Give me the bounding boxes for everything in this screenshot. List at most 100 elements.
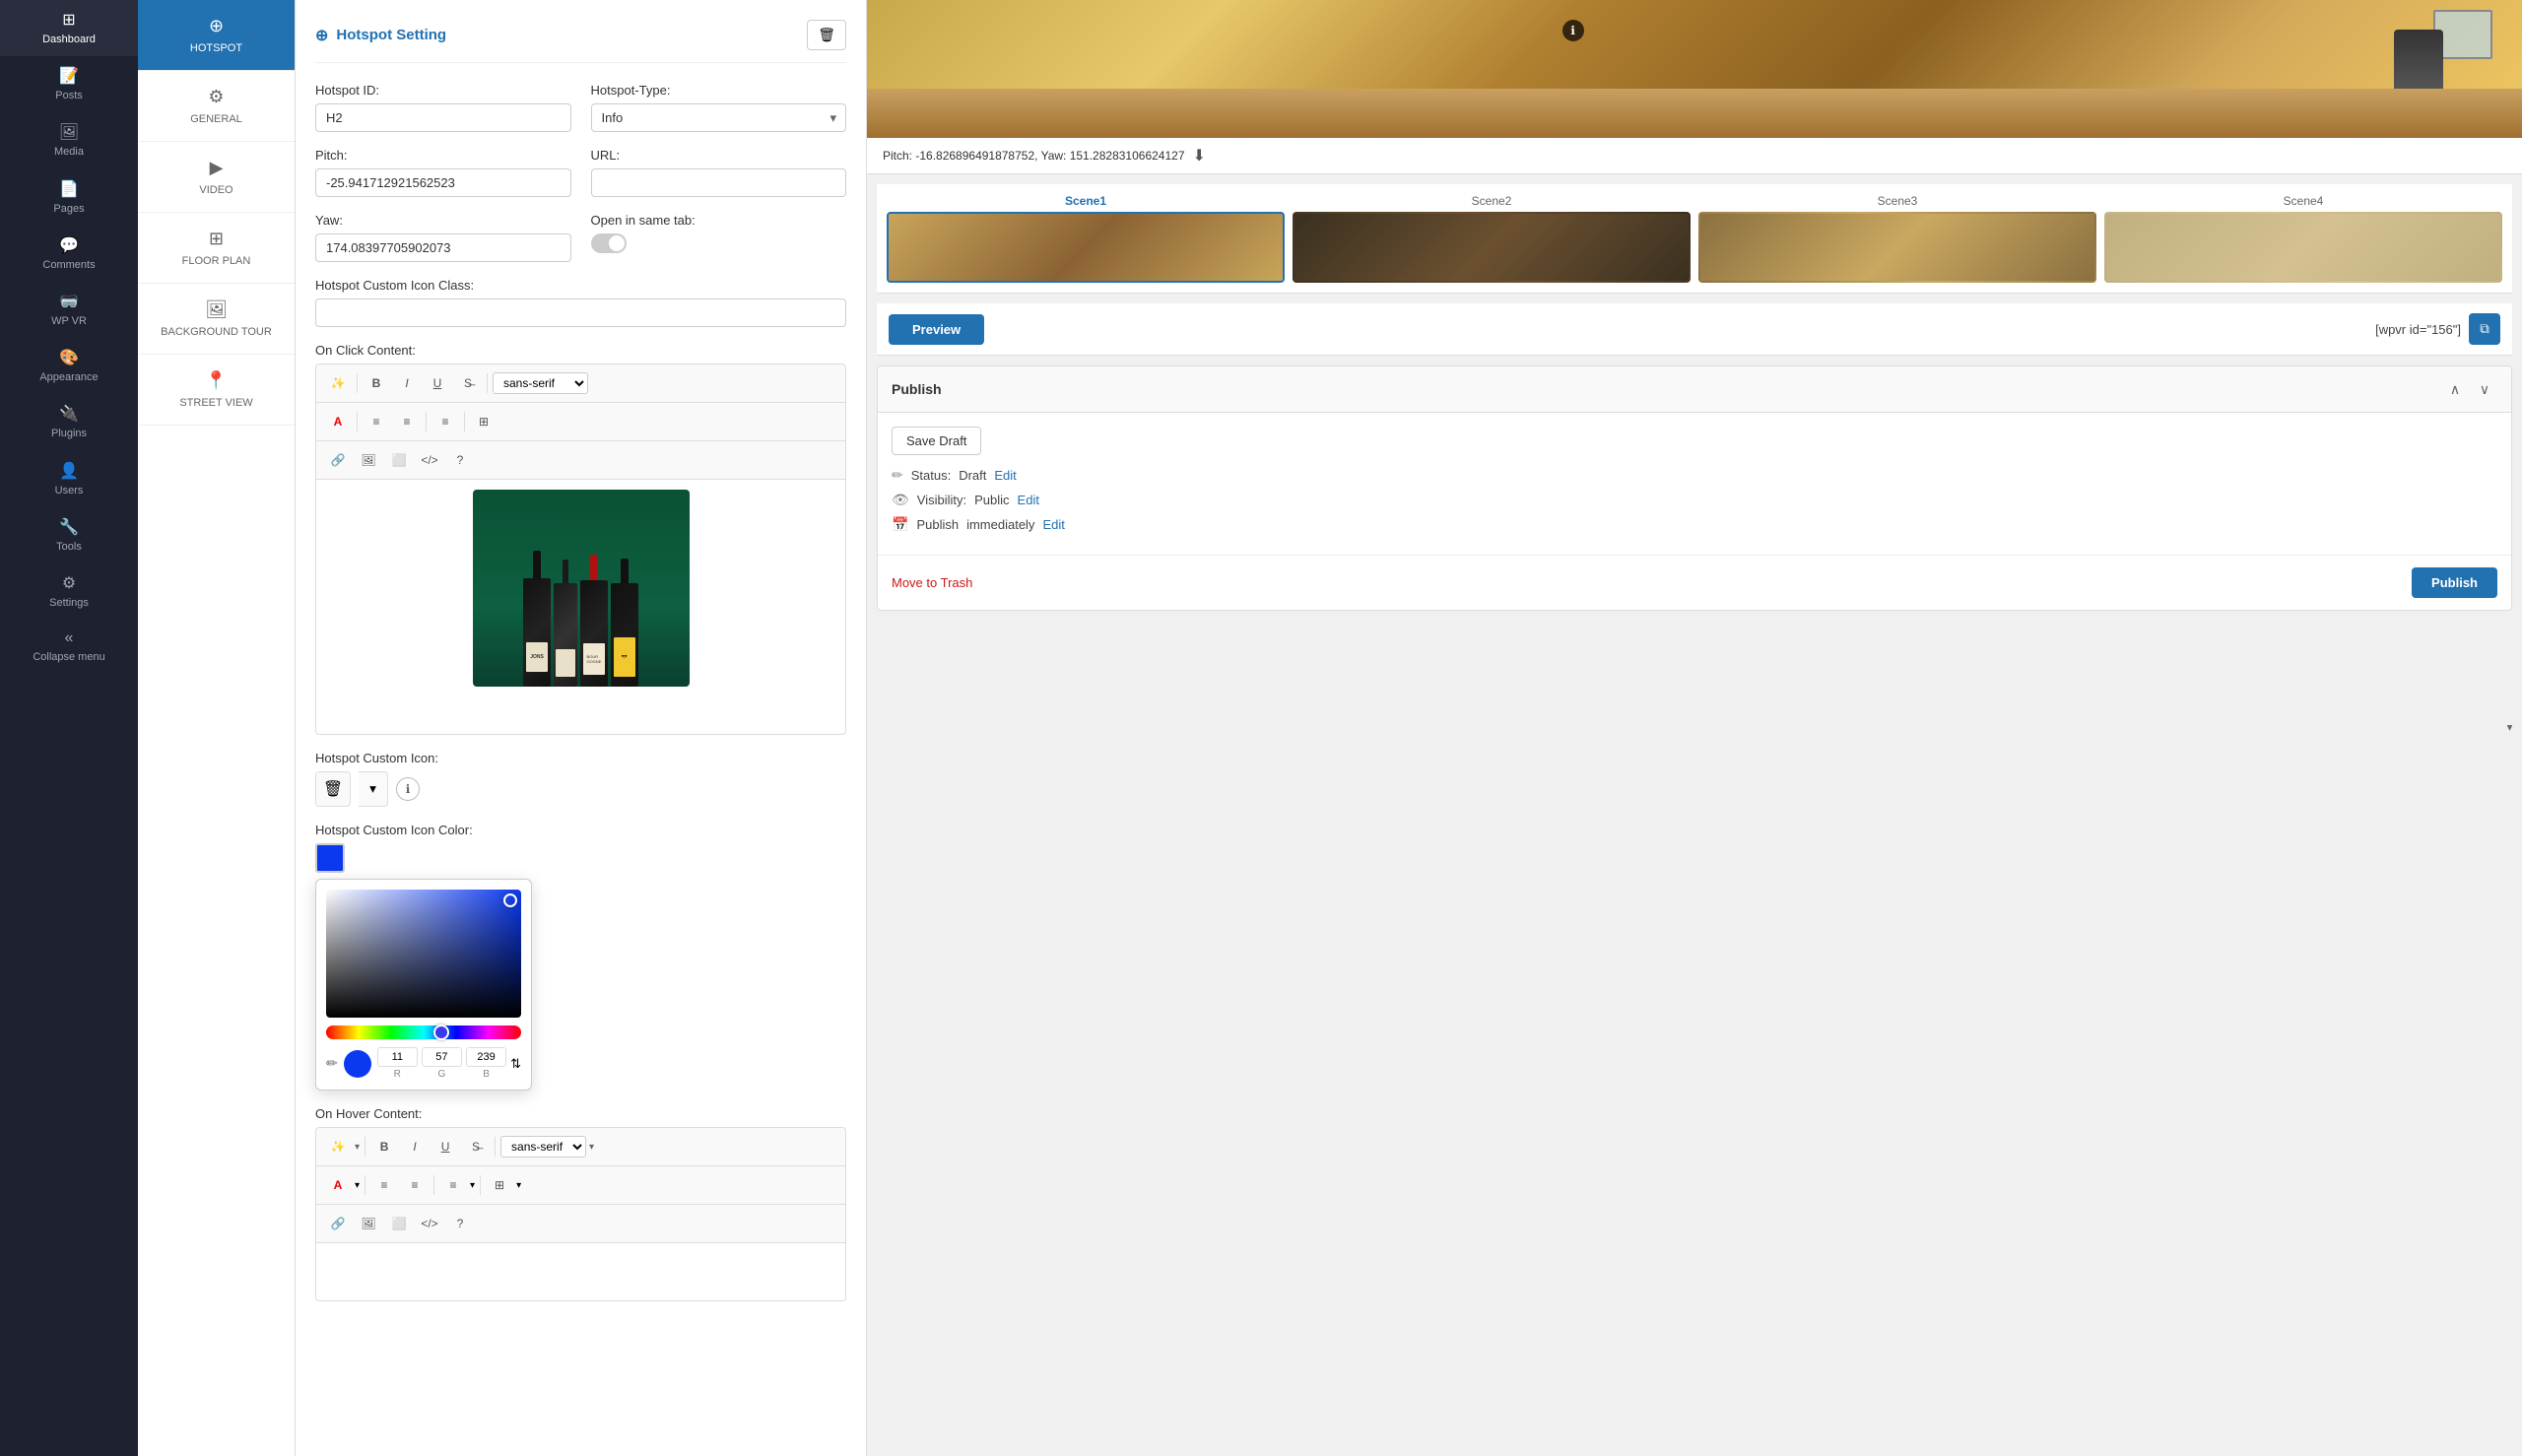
- sidebar-item-users[interactable]: 👤 Users: [0, 451, 138, 507]
- hotspot-id-input[interactable]: [315, 103, 571, 132]
- hover-toolbar-media-btn[interactable]: ⬜: [385, 1211, 413, 1236]
- toolbar-link-btn[interactable]: 🔗: [324, 447, 352, 473]
- hover-toolbar-divider-2: [495, 1137, 496, 1157]
- on-click-editor-body: JONS: [316, 480, 845, 696]
- rgb-r-input[interactable]: [377, 1047, 418, 1067]
- toolbar-italic-btn[interactable]: I: [393, 370, 421, 396]
- custom-icon-info-btn[interactable]: ℹ: [396, 777, 420, 801]
- scene-item-1[interactable]: Scene1: [887, 194, 1285, 283]
- tab-street-view[interactable]: 📍 STREET VIEW: [138, 355, 295, 426]
- color-edit-icon[interactable]: ✏: [326, 1055, 338, 1072]
- hotspot-type-select[interactable]: Info URL Image Video: [591, 103, 847, 132]
- sidebar-item-posts[interactable]: 📝 Posts: [0, 56, 138, 112]
- scene2-thumb[interactable]: [1293, 212, 1691, 283]
- toolbar-bullet-list-btn[interactable]: ≡: [363, 409, 390, 434]
- publish-button[interactable]: Publish: [2412, 567, 2497, 598]
- hover-toolbar-image-btn[interactable]: 🖼: [355, 1211, 382, 1236]
- hover-toolbar-align-btn[interactable]: ≡: [439, 1172, 467, 1198]
- hover-toolbar-table-btn[interactable]: ⊞: [486, 1172, 513, 1198]
- tab-general[interactable]: ⚙ GENERAL: [138, 71, 295, 142]
- color-gradient-area[interactable]: [326, 890, 521, 1018]
- on-hover-editor-content[interactable]: [315, 1242, 846, 1301]
- sidebar-item-collapse[interactable]: « Collapse menu: [0, 620, 138, 674]
- hover-toolbar-magic-btn[interactable]: ✨: [324, 1134, 352, 1159]
- toolbar-align-btn[interactable]: ≡: [431, 409, 459, 434]
- preview-button[interactable]: Preview: [889, 314, 984, 345]
- hover-toolbar-ordered-btn[interactable]: ≡: [401, 1172, 429, 1198]
- hover-toolbar-strike-btn[interactable]: S̶: [462, 1134, 490, 1159]
- scene-item-2[interactable]: Scene2: [1293, 194, 1691, 283]
- sidebar-item-wvpr[interactable]: 🥽 WP VR: [0, 282, 138, 338]
- sidebar-item-appearance[interactable]: 🎨 Appearance: [0, 338, 138, 394]
- toolbar-image-btn[interactable]: 🖼: [355, 447, 382, 473]
- scene4-thumb[interactable]: [2104, 212, 2502, 283]
- pitch-yaw-download-btn[interactable]: ⬇: [1193, 146, 1206, 165]
- publish-collapse-up-btn[interactable]: ∧: [2442, 376, 2468, 402]
- scene-item-3[interactable]: Scene3: [1698, 194, 2096, 283]
- sidebar-item-comments[interactable]: 💬 Comments: [0, 226, 138, 282]
- toolbar-font-select[interactable]: sans-serif serif monospace: [493, 372, 588, 394]
- hover-toolbar-bold-btn[interactable]: B: [370, 1134, 398, 1159]
- hover-toolbar-italic-btn[interactable]: I: [401, 1134, 429, 1159]
- yaw-label: Yaw:: [315, 213, 571, 228]
- color-hue-bar[interactable]: [326, 1026, 521, 1039]
- publish-status-edit-link[interactable]: Edit: [994, 468, 1016, 483]
- gradient-circle-handle[interactable]: [503, 893, 517, 907]
- tab-floor-plan[interactable]: ⊞ FLOOR PLAN: [138, 213, 295, 284]
- toolbar-strikethrough-btn[interactable]: S̶: [454, 370, 482, 396]
- url-input[interactable]: [591, 168, 847, 197]
- hover-toolbar-help-btn[interactable]: ?: [446, 1211, 474, 1236]
- scene1-thumb[interactable]: [887, 212, 1285, 283]
- toolbar-ordered-list-btn[interactable]: ≡: [393, 409, 421, 434]
- toolbar-code-btn[interactable]: </>: [416, 447, 443, 473]
- publish-visibility-edit-link[interactable]: Edit: [1018, 493, 1039, 507]
- scene-item-4[interactable]: Scene4: [2104, 194, 2502, 283]
- hover-toolbar-code-btn[interactable]: </>: [416, 1211, 443, 1236]
- toolbar-bold-btn[interactable]: B: [363, 370, 390, 396]
- rgb-b-input[interactable]: [466, 1047, 506, 1067]
- open-same-tab-toggle[interactable]: [591, 233, 627, 253]
- publish-when-edit-link[interactable]: Edit: [1042, 517, 1064, 532]
- sidebar-item-settings[interactable]: ⚙ Settings: [0, 563, 138, 620]
- rgb-format-toggle[interactable]: ⇅: [510, 1047, 521, 1080]
- sidebar-item-label: Dashboard: [42, 33, 96, 46]
- on-click-editor-content[interactable]: JONS: [315, 479, 846, 735]
- hotspot-id-group: Hotspot ID:: [315, 83, 571, 132]
- custom-icon-dropdown-btn[interactable]: ▾: [359, 771, 388, 807]
- toolbar-table-btn[interactable]: ⊞: [470, 409, 498, 434]
- hue-handle[interactable]: [433, 1025, 449, 1040]
- sidebar-item-tools[interactable]: 🔧 Tools: [0, 507, 138, 563]
- toolbar-help-btn[interactable]: ?: [446, 447, 474, 473]
- delete-hotspot-button[interactable]: 🗑: [807, 20, 846, 50]
- toolbar-text-color-btn[interactable]: A: [324, 409, 352, 434]
- sidebar: ⊞ Dashboard 📝 Posts 🖼 Media 📄 Pages 💬 Co…: [0, 0, 138, 1456]
- toolbar-underline-btn[interactable]: U: [424, 370, 451, 396]
- toolbar-magic-btn[interactable]: ✨: [324, 370, 352, 396]
- sidebar-item-pages[interactable]: 📄 Pages: [0, 169, 138, 226]
- rgb-g-input[interactable]: [422, 1047, 462, 1067]
- toolbar-media-btn[interactable]: ⬜: [385, 447, 413, 473]
- sidebar-item-media[interactable]: 🖼 Media: [0, 112, 138, 168]
- hover-toolbar-link-btn[interactable]: 🔗: [324, 1211, 352, 1236]
- sidebar-item-plugins[interactable]: 🔌 Plugins: [0, 394, 138, 450]
- tab-video[interactable]: ▶ VIDEO: [138, 142, 295, 213]
- yaw-input[interactable]: [315, 233, 571, 262]
- sidebar-item-dashboard[interactable]: ⊞ Dashboard: [0, 0, 138, 56]
- save-draft-button[interactable]: Save Draft: [892, 427, 981, 455]
- hover-toolbar-font-select[interactable]: sans-serif: [500, 1136, 586, 1158]
- tab-background-tour[interactable]: 🖼 BACKGROUND TOUR: [138, 284, 295, 355]
- custom-icon-class-input[interactable]: [315, 298, 846, 327]
- hover-toolbar-color-btn[interactable]: A: [324, 1172, 352, 1198]
- move-to-trash-link[interactable]: Move to Trash: [892, 575, 972, 590]
- tab-hotspot[interactable]: ⊕ HOTSPOT: [138, 0, 295, 71]
- sidebar-item-label: Collapse menu: [33, 651, 104, 664]
- hover-toolbar-bullet-btn[interactable]: ≡: [370, 1172, 398, 1198]
- hover-toolbar-underline-btn[interactable]: U: [431, 1134, 459, 1159]
- copy-shortcode-button[interactable]: ⧉: [2469, 313, 2500, 345]
- yaw-sametab-row: Yaw: Open in same tab:: [315, 213, 846, 262]
- custom-icon-input-row: 🗑 ▾ ℹ: [315, 771, 846, 807]
- scene3-thumb[interactable]: [1698, 212, 2096, 283]
- publish-collapse-down-btn[interactable]: ∨: [2472, 376, 2497, 402]
- pitch-input[interactable]: [315, 168, 571, 197]
- color-swatch[interactable]: [315, 843, 345, 873]
